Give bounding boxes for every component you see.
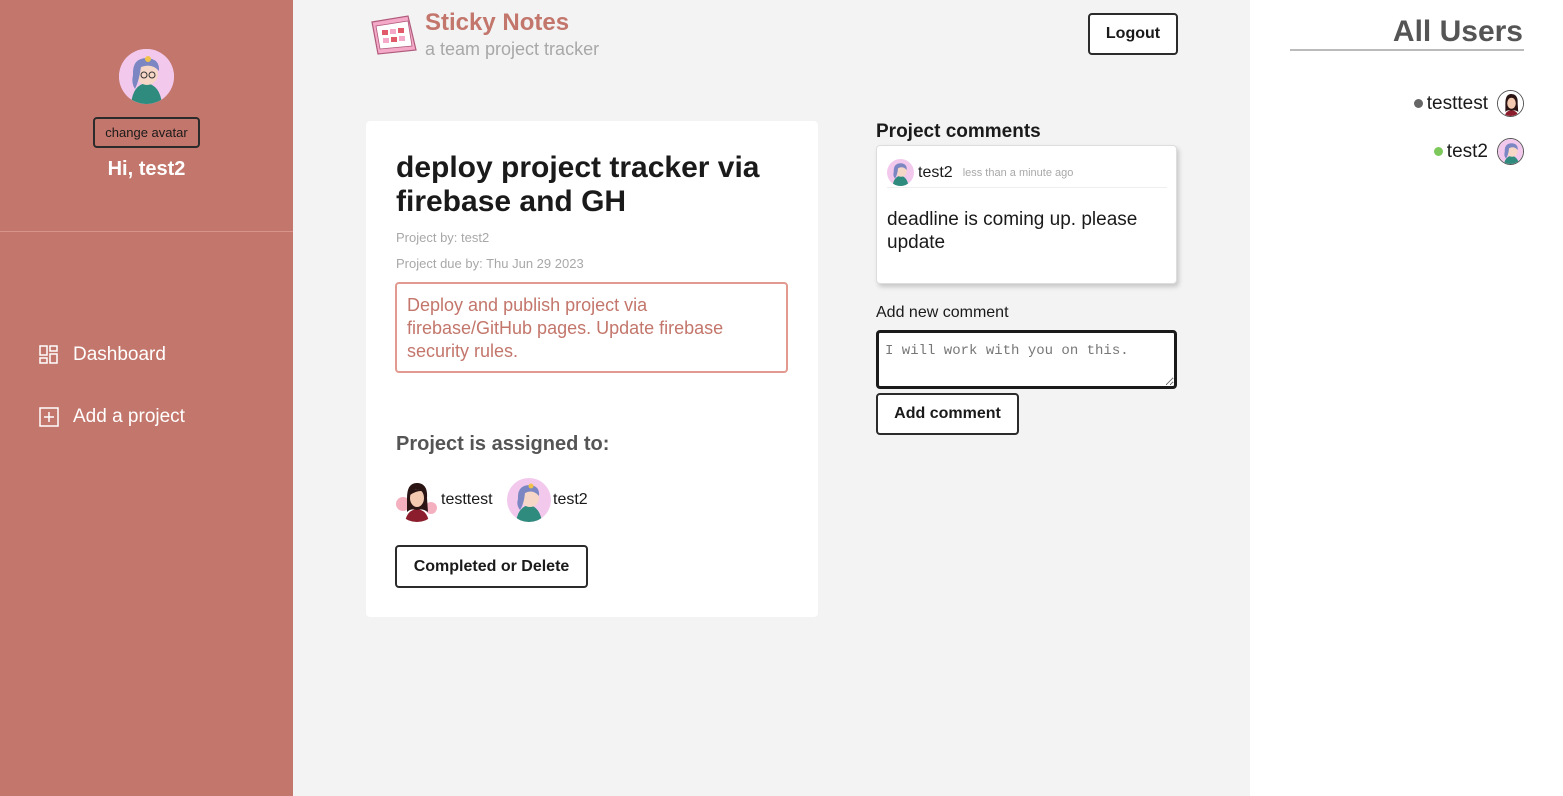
comment-time: less than a minute ago: [962, 166, 1074, 179]
user-name: test2: [1446, 140, 1488, 162]
comment-author: test2: [918, 163, 953, 181]
nav-item-dashboard[interactable]: Dashboard: [38, 344, 166, 366]
comment-card: test2 less than a minute ago deadline is…: [876, 145, 1177, 284]
comments-heading: Project comments: [876, 121, 1041, 142]
change-avatar-button[interactable]: change avatar: [93, 117, 200, 148]
avatar: [119, 49, 174, 104]
assignee-testtest: testtest: [395, 478, 493, 522]
add-comment-button[interactable]: Add comment: [876, 393, 1019, 435]
add-comment-label: Add new comment: [876, 304, 1009, 321]
comment-body: deadline is coming up. please update: [887, 209, 1138, 253]
completed-or-delete-button[interactable]: Completed or Delete: [395, 545, 588, 588]
project-by: Project by: test2: [396, 230, 490, 245]
sidebar-profile: change avatar Hi, test2: [0, 0, 293, 232]
nav-item-add-project-label: Add a project: [73, 406, 185, 427]
avatar: [1497, 138, 1524, 165]
comment-input[interactable]: [876, 330, 1177, 389]
comment-header: test2 less than a minute ago: [887, 158, 1167, 188]
avatar: [507, 478, 551, 522]
avatar: [887, 159, 914, 186]
user-name: testtest: [1426, 92, 1488, 114]
status-dot: [1413, 99, 1423, 108]
sidebar: change avatar Hi, test2 Dashboard Add a …: [0, 0, 293, 796]
project-description: Deploy and publish project via firebase/…: [395, 282, 788, 373]
greeting: Hi, test2: [107, 158, 186, 180]
project-due-date: Project due by: Thu Jun 29 2023: [396, 256, 584, 271]
logout-button[interactable]: Logout: [1088, 13, 1178, 55]
brand-title: Sticky Notes: [425, 9, 570, 36]
users-panel: All Users testtest test2: [1250, 0, 1563, 796]
calendar-logo-icon: [368, 12, 420, 56]
project-title: deploy project tracker via firebase and …: [396, 151, 760, 218]
assignee-test2: test2: [507, 478, 588, 522]
nav-item-dashboard-label: Dashboard: [73, 344, 166, 365]
assignee-name: test2: [553, 491, 588, 508]
add-square-icon: [38, 406, 60, 428]
divider: [1290, 49, 1524, 51]
nav-item-add-project[interactable]: Add a project: [38, 406, 185, 428]
avatar: [1497, 90, 1524, 117]
avatar: [395, 478, 439, 522]
assignee-name: testtest: [441, 491, 493, 508]
user-item-test2[interactable]: test2: [1433, 138, 1524, 165]
status-dot: [1433, 147, 1443, 156]
users-title: All Users: [1392, 15, 1523, 48]
dashboard-icon: [38, 344, 60, 366]
user-item-testtest[interactable]: testtest: [1413, 90, 1524, 117]
brand-subtitle: a team project tracker: [425, 39, 600, 59]
project-card: deploy project tracker via firebase and …: [366, 121, 818, 617]
assigned-label: Project is assigned to:: [396, 433, 610, 455]
